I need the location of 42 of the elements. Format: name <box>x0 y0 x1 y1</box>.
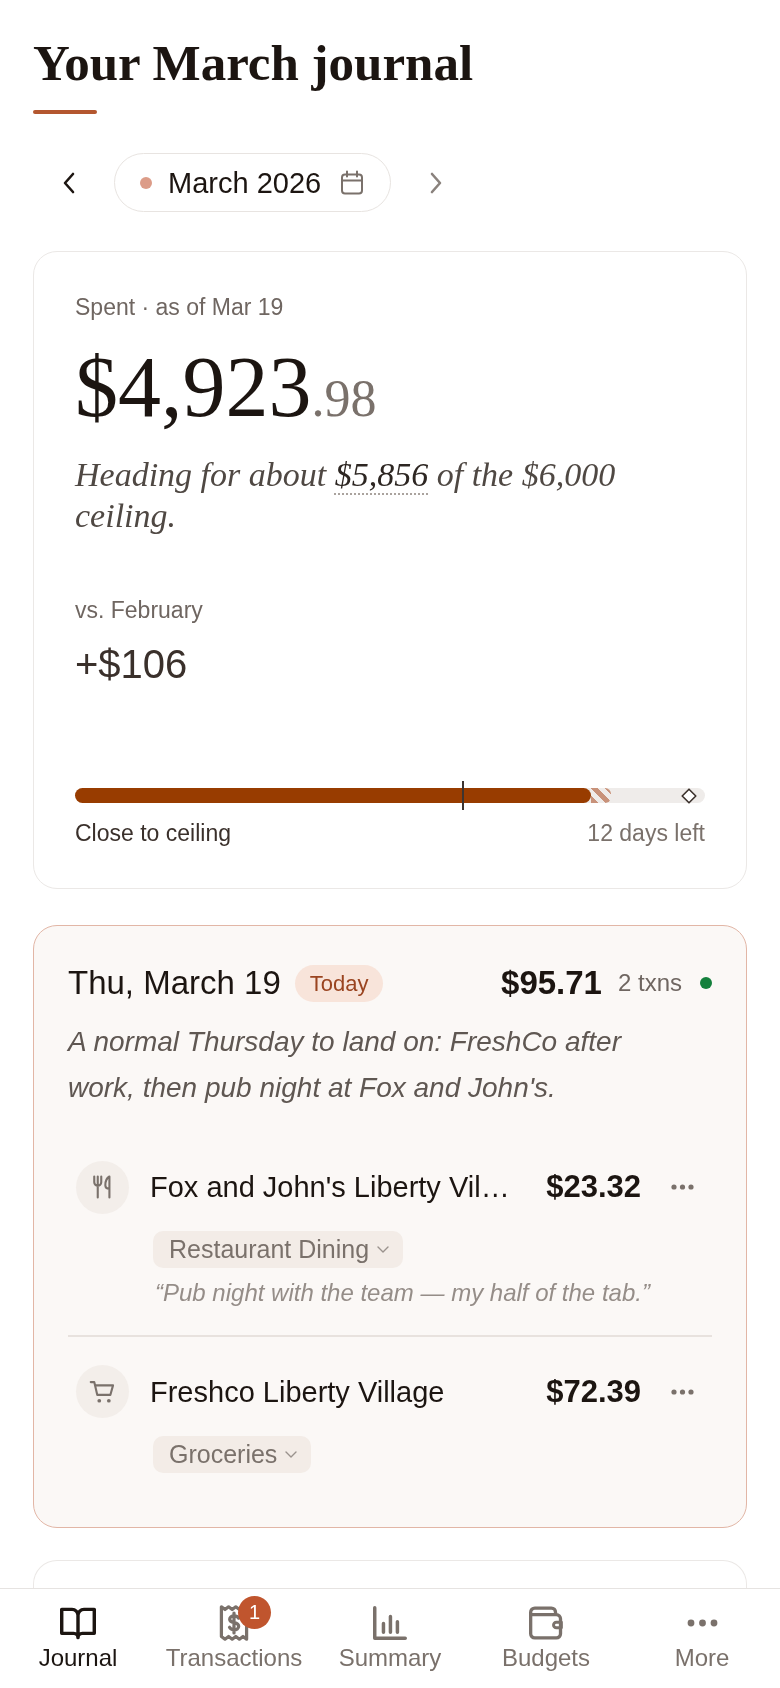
transaction-note: “Pub night with the team — my half of the tab.” <box>155 1278 650 1308</box>
more-icon <box>686 1619 718 1627</box>
chevron-down-icon <box>285 1450 298 1458</box>
wallet-icon <box>529 1606 563 1640</box>
chevron-left-icon <box>62 171 76 194</box>
chevron-down-icon <box>377 1246 390 1253</box>
calendar-icon <box>340 170 365 195</box>
nav-tab[interactable]: More <box>674 1589 730 1688</box>
merchant-name: Freshco Liberty Village <box>150 1374 445 1409</box>
more-icon <box>670 1388 694 1395</box>
spent-amount: $4,923.98 <box>75 344 377 437</box>
nav-tab[interactable]: Summary <box>338 1589 442 1688</box>
days-left-text: 12 days left <box>587 819 705 847</box>
nav-tab[interactable]: Journal <box>38 1589 118 1688</box>
merchant-name: Fox and John's Liberty Vil… <box>150 1170 510 1204</box>
spent-caption: Spent · as of Mar 19 <box>75 293 284 321</box>
more-icon <box>670 1184 694 1190</box>
fork-knife-icon <box>76 1160 129 1214</box>
day-date: Thu, March 19 <box>68 963 281 1003</box>
today-badge: Today <box>294 964 384 1002</box>
transaction-amount: $23.32 <box>546 1169 641 1205</box>
status-text: Close to ceiling <box>75 819 231 847</box>
nav-tab[interactable]: Budgets <box>501 1589 591 1688</box>
page-title: Your March journal <box>33 34 474 93</box>
category-button[interactable]: Groceries <box>153 1435 312 1473</box>
transaction-count: 2 txns <box>617 969 682 997</box>
nav-tab[interactable]: 1 Transactions <box>165 1589 303 1688</box>
chevron-right-icon <box>429 171 444 194</box>
month-picker-button[interactable]: March 2026 <box>114 153 392 212</box>
book-icon <box>60 1606 96 1640</box>
projection-text: Heading for about $5,856 of the $6,000 ceiling. <box>75 455 617 536</box>
cart-icon <box>76 1365 129 1418</box>
category-button[interactable]: Restaurant Dining <box>153 1231 404 1268</box>
comparison-value: +$106 <box>75 641 188 688</box>
dot-icon <box>140 176 152 189</box>
accent-rule <box>33 110 97 114</box>
comparison-label: vs. February <box>75 596 203 624</box>
bar-chart-icon <box>373 1606 407 1640</box>
day-total: $95.71 <box>501 963 602 1003</box>
notification-badge: 1 <box>238 1596 271 1629</box>
transaction-amount: $72.39 <box>546 1373 641 1410</box>
day-summary: A normal Thursday to land on: FreshCo after work, then pub night at Fox and John's. <box>68 1025 623 1105</box>
